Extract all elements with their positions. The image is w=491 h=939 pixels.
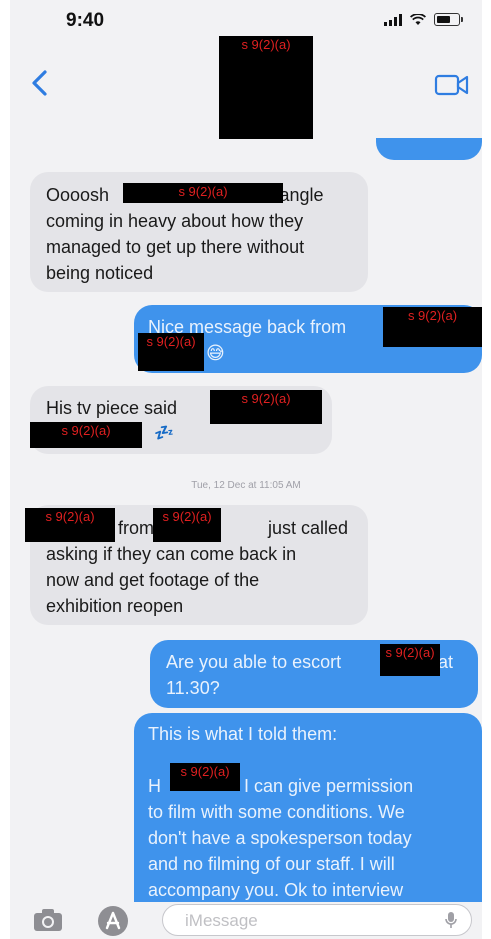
status-icons xyxy=(384,13,463,26)
message-input-bar: iMessage xyxy=(10,902,482,939)
message-text: being noticed xyxy=(46,263,154,283)
redaction: s 9(2)(a) xyxy=(210,390,322,424)
message-text: accompany you. Ok to interview xyxy=(148,880,404,900)
redaction: s 9(2)(a) xyxy=(380,644,440,676)
status-time: 9:40 xyxy=(66,10,105,31)
message-placeholder: iMessage xyxy=(185,911,258,930)
redaction: s 9(2)(a) xyxy=(153,508,221,542)
message-input[interactable]: iMessage xyxy=(162,904,472,936)
message-text: exhibition reopen xyxy=(46,596,184,616)
redaction: s 9(2)(a) xyxy=(138,333,204,371)
message-text: at xyxy=(438,652,454,672)
message-text: Oooosh xyxy=(46,185,110,205)
timestamp: Tue, 12 Dec at 11:05 AM xyxy=(191,480,301,491)
contact-name-redaction: s 9(2)(a) xyxy=(219,36,313,139)
message-text: coming in heavy about how they xyxy=(46,211,304,231)
message-text: managed to get up there without xyxy=(46,237,305,257)
signal-icon xyxy=(384,13,402,26)
message-text: and no filming of our staff. I will xyxy=(148,854,395,874)
redaction: s 9(2)(a) xyxy=(123,183,283,203)
battery-icon xyxy=(434,13,463,26)
message-text: 11.30? xyxy=(166,678,220,698)
message-text: H xyxy=(148,776,161,796)
message-text: to film with some conditions. We xyxy=(148,802,405,822)
message-text: I can give permission xyxy=(244,776,414,796)
messages-screen: 9:40 s 9(2)(a) Oooosh 's angle coming in… xyxy=(10,0,482,939)
redaction: s 9(2)(a) xyxy=(383,307,482,347)
message-text: asking if they can come back in xyxy=(46,544,297,564)
wifi-icon xyxy=(410,13,426,25)
camera-icon[interactable] xyxy=(32,907,64,933)
app-store-icon[interactable] xyxy=(98,906,128,936)
outgoing-bubble: This is what I told them: H I can give p… xyxy=(134,713,482,923)
redaction: s 9(2)(a) xyxy=(30,422,142,448)
message-text: just called xyxy=(268,518,349,538)
microphone-icon[interactable] xyxy=(445,911,457,929)
message-text: Are you able to escort xyxy=(166,652,342,672)
redaction: s 9(2)(a) xyxy=(25,508,115,542)
redaction: s 9(2)(a) xyxy=(170,763,240,791)
outgoing-bubble-partial xyxy=(376,138,482,160)
message-text: now and get footage of the xyxy=(46,570,260,590)
message-text: from xyxy=(118,518,154,538)
back-chevron-icon[interactable] xyxy=(28,68,52,98)
video-camera-icon[interactable] xyxy=(434,72,470,98)
message-text: don't have a spokesperson today xyxy=(148,828,412,848)
message-text: This is what I told them: xyxy=(148,724,338,744)
